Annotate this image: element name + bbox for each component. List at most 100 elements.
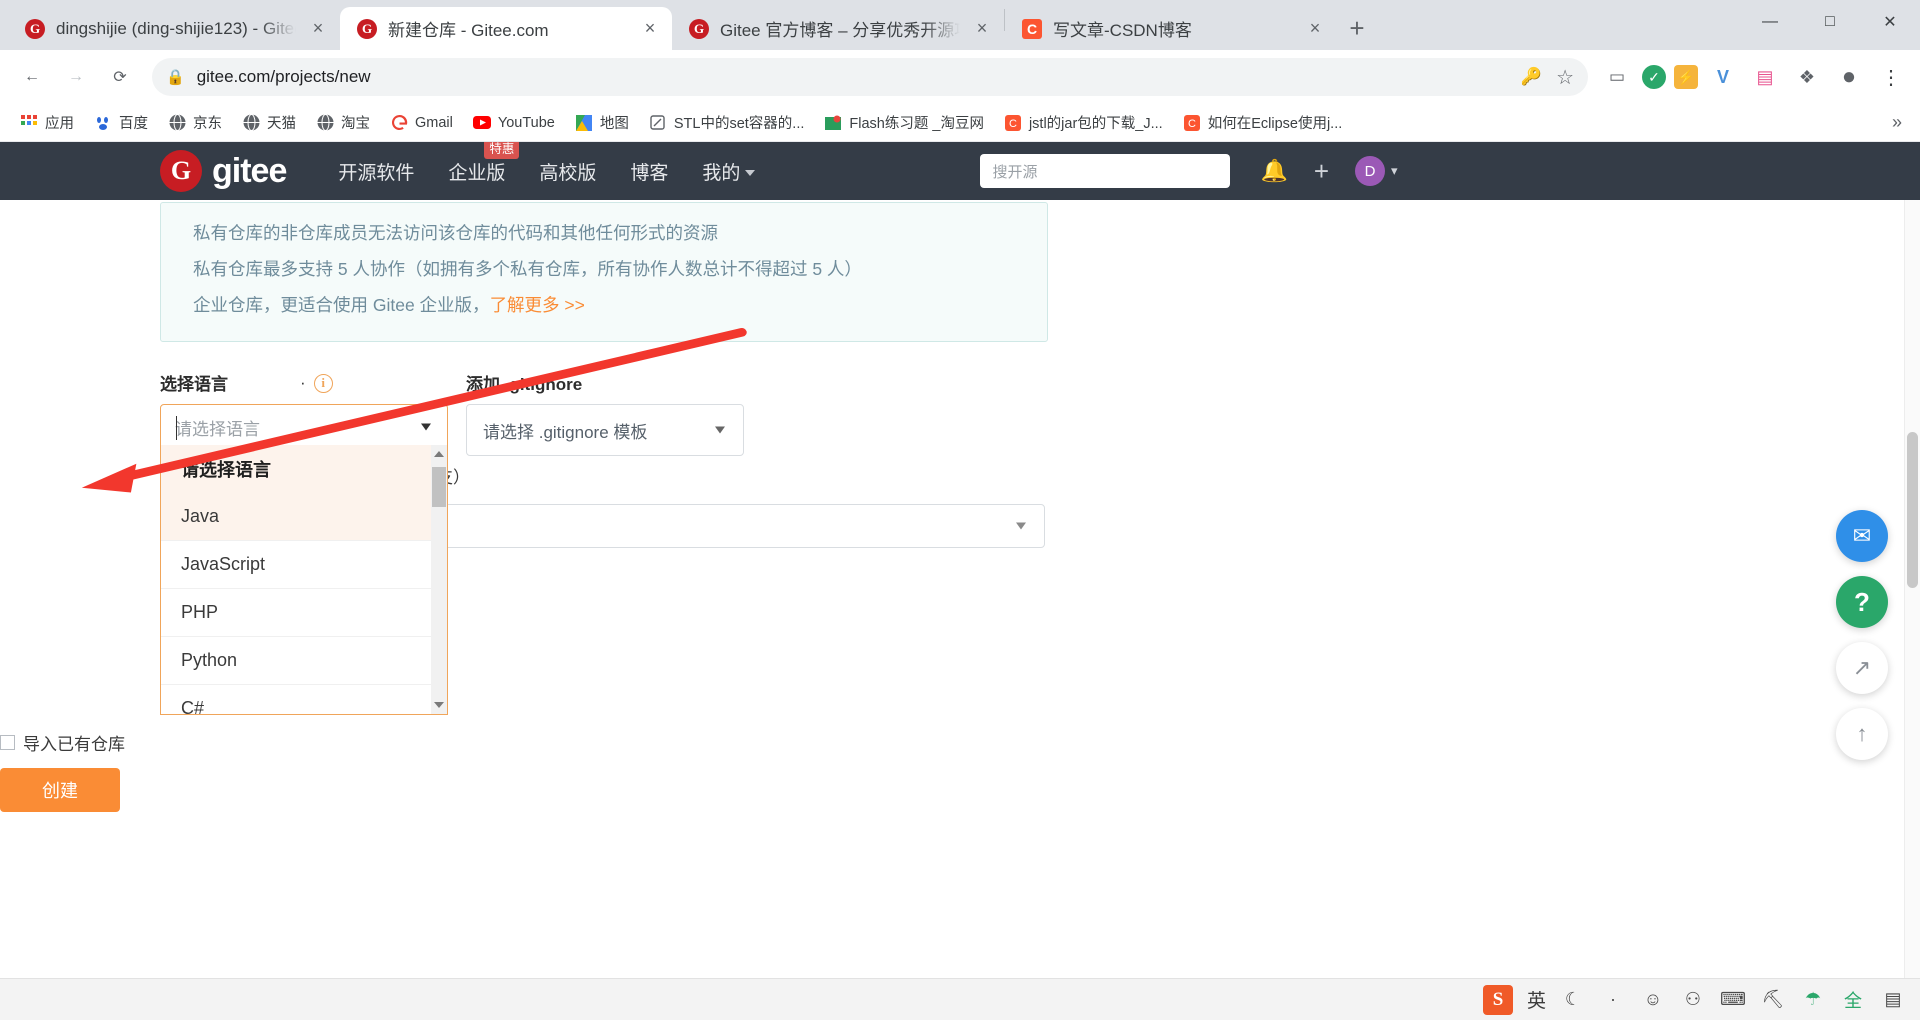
nav-label: 博客 (630, 162, 669, 184)
scroll-up-icon[interactable] (431, 445, 447, 463)
cast-icon[interactable]: ▭ (1600, 60, 1634, 94)
chevron-down-icon (745, 170, 756, 177)
moon-icon[interactable]: ☾ (1560, 987, 1586, 1013)
notice-line-1: 私有仓库的非仓库成员无法访问该仓库的代码和其他任何形式的资源 (193, 223, 718, 243)
smiley-icon[interactable]: ☺ (1640, 987, 1666, 1013)
learn-more-link[interactable]: 了解更多 >> (490, 295, 585, 315)
dropdown-item-python[interactable]: Python (161, 637, 447, 685)
bookmark-star-icon[interactable]: ☆ (1556, 65, 1574, 90)
reload-icon[interactable]: ⟳ (100, 57, 140, 97)
sogou-logo-icon[interactable]: S (1482, 984, 1513, 1015)
green-shield-icon[interactable]: ✓ (1642, 65, 1666, 89)
dropdown-scrollbar[interactable] (431, 445, 447, 714)
bookmark-item-tmall[interactable]: 天猫 (234, 108, 304, 137)
address-bar[interactable]: 🔒 gitee.com/projects/new 🔑 ☆ (152, 58, 1588, 96)
back-icon[interactable]: ← (12, 57, 52, 97)
dropdown-item-java[interactable]: Java (161, 493, 447, 541)
help-icon[interactable]: ? (1836, 576, 1888, 628)
browser-tab-2[interactable]: G Gitee 官方博客 – 分享优秀开源项目 × (672, 7, 1004, 50)
create-repo-button[interactable]: 创建 (0, 768, 120, 812)
dot-icon[interactable]: · (1600, 987, 1626, 1013)
new-tab-button[interactable]: + (1337, 8, 1377, 48)
bookmark-item-flash[interactable]: Flash练习题 _淘豆网 (816, 108, 992, 137)
full-width-icon[interactable]: 全 (1840, 987, 1866, 1013)
menu-icon[interactable]: ▤ (1880, 987, 1906, 1013)
forward-icon[interactable]: → (56, 57, 96, 97)
minimize-button[interactable]: — (1740, 0, 1800, 44)
bookmark-item-gmail[interactable]: Gmail (382, 110, 461, 136)
toolbox-icon[interactable]: ⛏ (1760, 987, 1786, 1013)
bell-icon[interactable]: 🔔 (1260, 158, 1287, 184)
back-to-top-icon[interactable]: ↑ (1836, 708, 1888, 760)
tab-close-icon[interactable]: × (970, 17, 994, 41)
keyboard-icon[interactable]: ⌨ (1720, 987, 1746, 1013)
bookmark-item-maps[interactable]: 地图 (567, 108, 637, 137)
bookmark-item-eclipse[interactable]: C 如何在Eclipse使用j... (1175, 108, 1351, 137)
tab-title: 写文章-CSDN博客 (1053, 21, 1192, 40)
nav-item-mine[interactable]: 我的 (702, 158, 756, 185)
dropdown-item-csharp[interactable]: C# (161, 685, 447, 714)
close-window-button[interactable]: ✕ (1860, 0, 1920, 44)
gitee-logo-text: gitee (212, 151, 287, 190)
input-mode-label[interactable]: 英 (1527, 986, 1546, 1013)
tab-close-icon[interactable]: × (1303, 17, 1327, 41)
scrollbar-thumb[interactable] (432, 467, 446, 507)
taskbar: S 英 ☾ · ☺ ⚇ ⌨ ⛏ ☂ 全 ▤ (0, 978, 1920, 1020)
share-icon[interactable]: ↗ (1836, 642, 1888, 694)
notice-line-3: 企业仓库，更适合使用 Gitee 企业版，了解更多 >> (193, 287, 1047, 323)
lightning-icon[interactable]: ⚡ (1674, 65, 1698, 89)
key-icon[interactable]: 🔑 (1521, 67, 1542, 87)
bookmark-item-stl[interactable]: STL中的set容器的... (641, 108, 813, 137)
import-checkbox[interactable] (0, 735, 15, 750)
window-controls: — □ ✕ (1740, 0, 1920, 44)
bookmark-label: YouTube (497, 114, 555, 131)
page-scrollbar-thumb[interactable] (1907, 432, 1918, 588)
tab-title: dingshijie (ding-shijie123) - Gitee.com (56, 18, 296, 38)
bookmark-item-taobao[interactable]: 淘宝 (308, 108, 378, 137)
bookmark-item-apps[interactable]: 应用 (12, 108, 82, 137)
tab-title: 新建仓库 - Gitee.com (388, 21, 549, 40)
browser-tab-1[interactable]: G 新建仓库 - Gitee.com × (340, 7, 672, 50)
bookmark-item-jd[interactable]: 京东 (160, 108, 230, 137)
chevron-down-icon: ▾ (1391, 163, 1398, 178)
nav-item-campus[interactable]: 高校版 (539, 158, 596, 185)
pink-box-icon[interactable]: ▤ (1748, 60, 1782, 94)
chat-icon[interactable]: ✉ (1836, 510, 1888, 562)
gitignore-select[interactable]: 请选择 .gitignore 模板 (466, 404, 744, 456)
bookmarks-overflow-icon[interactable]: » (1886, 112, 1908, 133)
import-existing-repo-row[interactable]: 导入已有仓库 (0, 730, 125, 755)
nav-item-blog[interactable]: 博客 (630, 158, 668, 185)
nav-item-opensource[interactable]: 开源软件 (338, 158, 414, 185)
tab-close-icon[interactable]: × (638, 17, 662, 41)
csdn-icon: C (1183, 114, 1201, 132)
language-dropdown[interactable]: 请选择语言 Java JavaScript PHP Python C# (160, 445, 448, 715)
dropdown-item-header[interactable]: 请选择语言 (161, 445, 447, 493)
bookmark-label: STL中的set容器的... (673, 116, 805, 132)
bookmark-item-baidu[interactable]: 百度 (86, 108, 156, 137)
bookmark-item-jstl[interactable]: C jstl的jar包的下载_J... (996, 108, 1171, 137)
umbrella-icon[interactable]: ☂ (1800, 987, 1826, 1013)
tab-close-icon[interactable]: × (306, 17, 330, 41)
profile-icon[interactable]: ● (1832, 60, 1866, 94)
gitee-search-input[interactable]: 搜开源 (980, 154, 1231, 188)
puzzle-icon[interactable]: ❖ (1790, 60, 1824, 94)
bookmark-item-youtube[interactable]: YouTube (465, 110, 563, 136)
page-scrollbar[interactable] (1904, 200, 1920, 996)
language-select[interactable]: 请选择语言 (160, 404, 448, 450)
gitignore-field: 添加 .gitignore 请选择 .gitignore 模板 (466, 370, 744, 456)
browser-tab-3[interactable]: C 写文章-CSDN博客 × (1005, 7, 1337, 50)
dropdown-item-php[interactable]: PHP (161, 589, 447, 637)
nav-item-enterprise[interactable]: 特惠 企业版 (448, 142, 520, 185)
gitee-logo[interactable]: G gitee (160, 150, 287, 192)
browser-tab-0[interactable]: G dingshijie (ding-shijie123) - Gitee.co… (8, 7, 340, 50)
mic-icon[interactable]: ⚇ (1680, 987, 1706, 1013)
repo-form-row: 选择语言 请选择语言 请选择语言 Java JavaScript PHP Pyt… (160, 370, 1920, 715)
scroll-down-icon[interactable] (431, 696, 447, 714)
dropdown-item-javascript[interactable]: JavaScript (161, 541, 447, 589)
v-extension-icon[interactable]: V (1706, 60, 1740, 94)
user-menu[interactable]: D ▾ (1355, 156, 1398, 186)
maximize-button[interactable]: □ (1800, 0, 1860, 44)
browser-tab-strip: G dingshijie (ding-shijie123) - Gitee.co… (0, 0, 1920, 50)
plus-icon[interactable]: + (1314, 156, 1329, 187)
chrome-menu-icon[interactable]: ⋮ (1874, 60, 1908, 94)
